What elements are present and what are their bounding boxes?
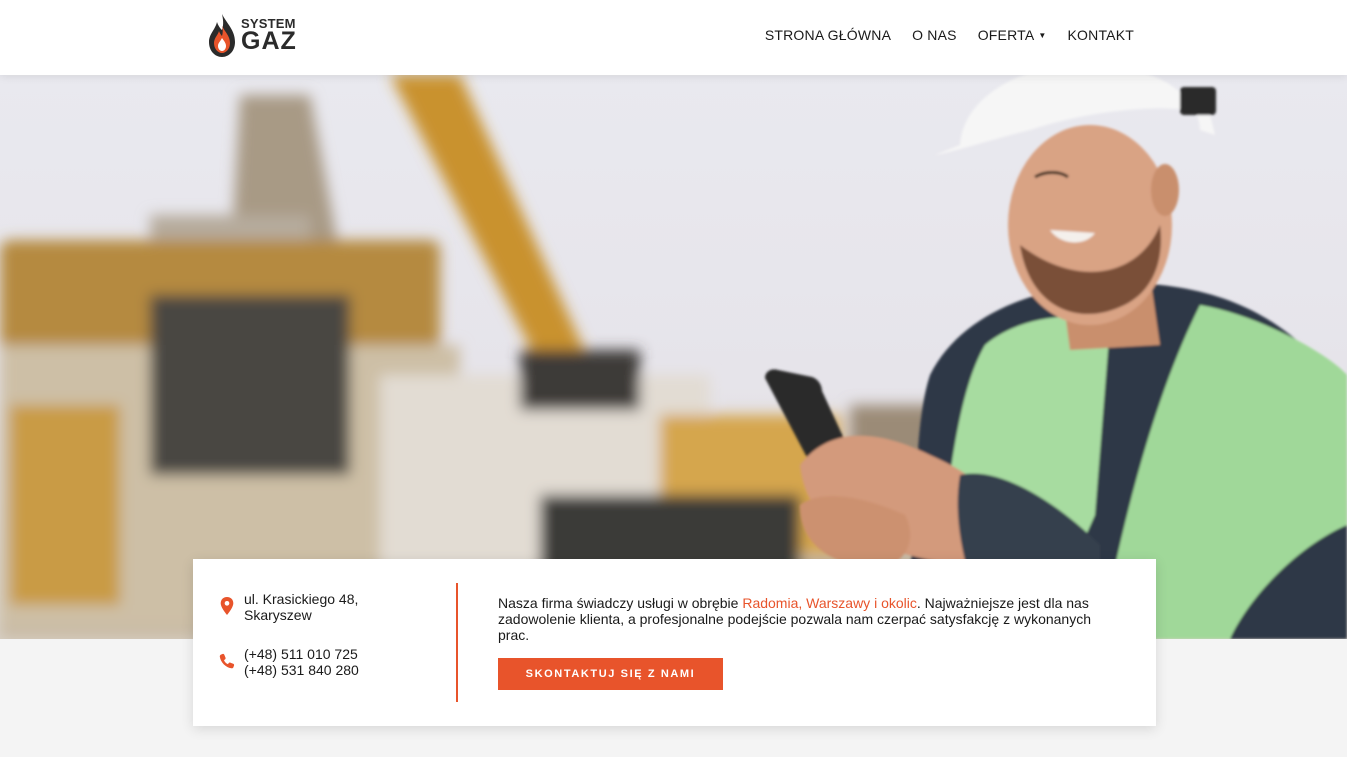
nav-item-offer-label: OFERTA — [977, 27, 1035, 43]
address-line-1: ul. Krasickiego 48, — [244, 591, 359, 607]
nav-item-offer[interactable]: OFERTA ▼ — [978, 27, 1047, 43]
hero-image — [0, 75, 1347, 639]
phone-icon — [219, 653, 235, 669]
nav-item-home-label: STRONA GŁÓWNA — [764, 27, 892, 43]
info-card: ul. Krasickiego 48, Skaryszew (+48) 511 … — [193, 559, 1156, 726]
description-text-before: Nasza firma świadczy usługi w obrębie — [498, 595, 743, 611]
site-header: SYSTEM GAZ STRONA GŁÓWNA O NAS OFERTA ▼ K… — [0, 0, 1347, 75]
phone-row: (+48) 511 010 725 (+48) 531 840 280 — [219, 646, 359, 678]
contact-column: ul. Krasickiego 48, Skaryszew (+48) 511 … — [193, 559, 457, 726]
construction-worker-photo — [0, 75, 1347, 639]
info-column: Nasza firma świadczy usługi w obrębie Ra… — [498, 595, 1118, 643]
vertical-divider — [456, 583, 458, 702]
service-area-highlight: Radomia, Warszawy i okolic — [742, 595, 917, 611]
phone-number-1[interactable]: (+48) 511 010 725 — [244, 646, 359, 662]
address-line-2: Skaryszew — [244, 607, 312, 623]
contact-us-button[interactable]: SKONTAKTUJ SIĘ Z NAMI — [498, 658, 723, 690]
nav-item-contact-label: KONTAKT — [1067, 27, 1134, 43]
phone-number-2[interactable]: (+48) 531 840 280 — [244, 662, 359, 678]
main-nav: STRONA GŁÓWNA O NAS OFERTA ▼ KONTAKT — [765, 27, 1134, 43]
nav-item-about-label: O NAS — [912, 27, 957, 43]
service-area-description: Nasza firma świadczy usługi w obrębie Ra… — [498, 595, 1118, 643]
nav-item-about[interactable]: O NAS — [912, 27, 957, 43]
logo-text-gaz: GAZ — [241, 26, 297, 55]
nav-item-contact[interactable]: KONTAKT — [1068, 27, 1134, 43]
nav-item-home[interactable]: STRONA GŁÓWNA — [765, 27, 891, 43]
logo[interactable]: SYSTEM GAZ — [205, 10, 315, 60]
flame-logo-icon — [209, 14, 235, 57]
address-row: ul. Krasickiego 48, Skaryszew — [219, 591, 358, 623]
caret-down-icon: ▼ — [1038, 30, 1047, 40]
map-pin-icon — [220, 597, 234, 615]
